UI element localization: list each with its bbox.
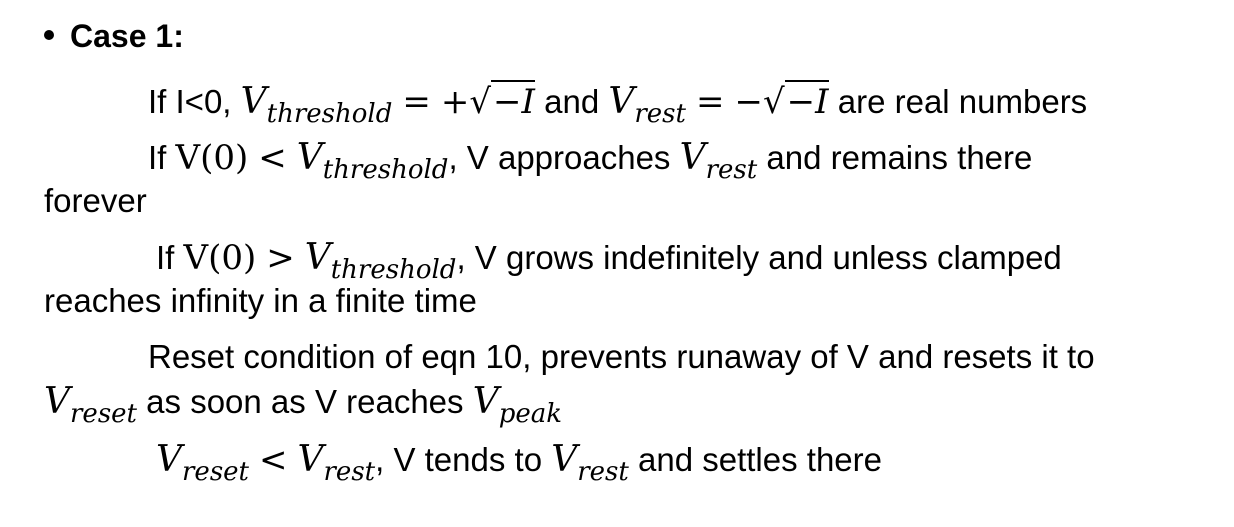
slide: Case 1: If I<0, Vthreshold = +√−I and Vres… <box>0 0 1234 527</box>
math-v-threshold: Vthreshold <box>296 137 449 185</box>
text-comma: , <box>375 441 385 478</box>
math-v-rest: Vrest <box>679 137 758 185</box>
math-v0: V(0) <box>175 138 249 178</box>
math-radicand: −I <box>491 80 535 122</box>
math-v-threshold: Vthreshold <box>304 237 457 285</box>
case-title: Case 1: <box>70 18 184 54</box>
condition-line-2: If V(0) < Vthreshold, V approaches Vrest a… <box>148 137 1033 185</box>
condition-line-3-cont: reaches infinity in a finite time <box>44 282 477 319</box>
math-v-reset: Vreset <box>44 381 137 429</box>
math-minus: − <box>734 82 763 122</box>
math-v0: V(0) <box>183 238 257 278</box>
math-equals: = <box>695 82 725 122</box>
reset-line: Reset condition of eqn 10, prevents runa… <box>148 338 1095 375</box>
math-equals: = <box>402 82 431 122</box>
math-radicand: −I <box>784 80 829 122</box>
text-pre: If <box>156 239 175 276</box>
math-v-rest: Vrest <box>297 439 376 487</box>
math-v-rest: Vrest <box>608 81 686 129</box>
math-v-rest: Vrest <box>551 439 629 487</box>
text-and: and <box>544 83 600 120</box>
condition-line-3: If V(0) > Vthreshold, V grows indefinitely… <box>156 237 1062 285</box>
math-v-threshold: Vthreshold <box>240 81 393 129</box>
text-post: and settles there <box>638 441 883 478</box>
text-mid: V approaches <box>466 139 671 176</box>
text-pre: If <box>148 139 167 176</box>
math-plus: + <box>440 82 470 122</box>
text-pre: If I<0, <box>148 83 232 120</box>
sqrt-symbol: √ <box>762 82 785 122</box>
text-comma: , <box>456 239 466 276</box>
case-heading: Case 1: <box>44 18 184 55</box>
condition-line-1: If I<0, Vthreshold = +√−I and Vrest = −√−I a… <box>148 80 1088 129</box>
text-post: are real numbers <box>837 83 1088 120</box>
math-v-reset: Vreset <box>156 439 249 487</box>
math-less-than: < <box>259 440 288 480</box>
condition-line-2-cont: forever <box>44 182 147 219</box>
text-mid: as soon as V reaches <box>146 383 464 420</box>
bullet-icon <box>44 29 54 40</box>
text-post: V grows indefinitely and unless clamped <box>474 239 1062 276</box>
sqrt-symbol: √ <box>469 82 492 122</box>
math-v-peak: Vpeak <box>472 381 562 429</box>
text-mid: V tends to <box>393 441 543 478</box>
math-less-than: < <box>258 138 287 178</box>
condition-line-5: Vreset < Vrest, V tends to Vrest and settl… <box>156 439 883 487</box>
text-post: and remains there <box>766 139 1033 176</box>
text-comma: , <box>448 139 458 176</box>
math-greater-than: > <box>266 238 295 278</box>
reset-line-cont: Vreset as soon as V reaches Vpeak <box>44 381 562 429</box>
